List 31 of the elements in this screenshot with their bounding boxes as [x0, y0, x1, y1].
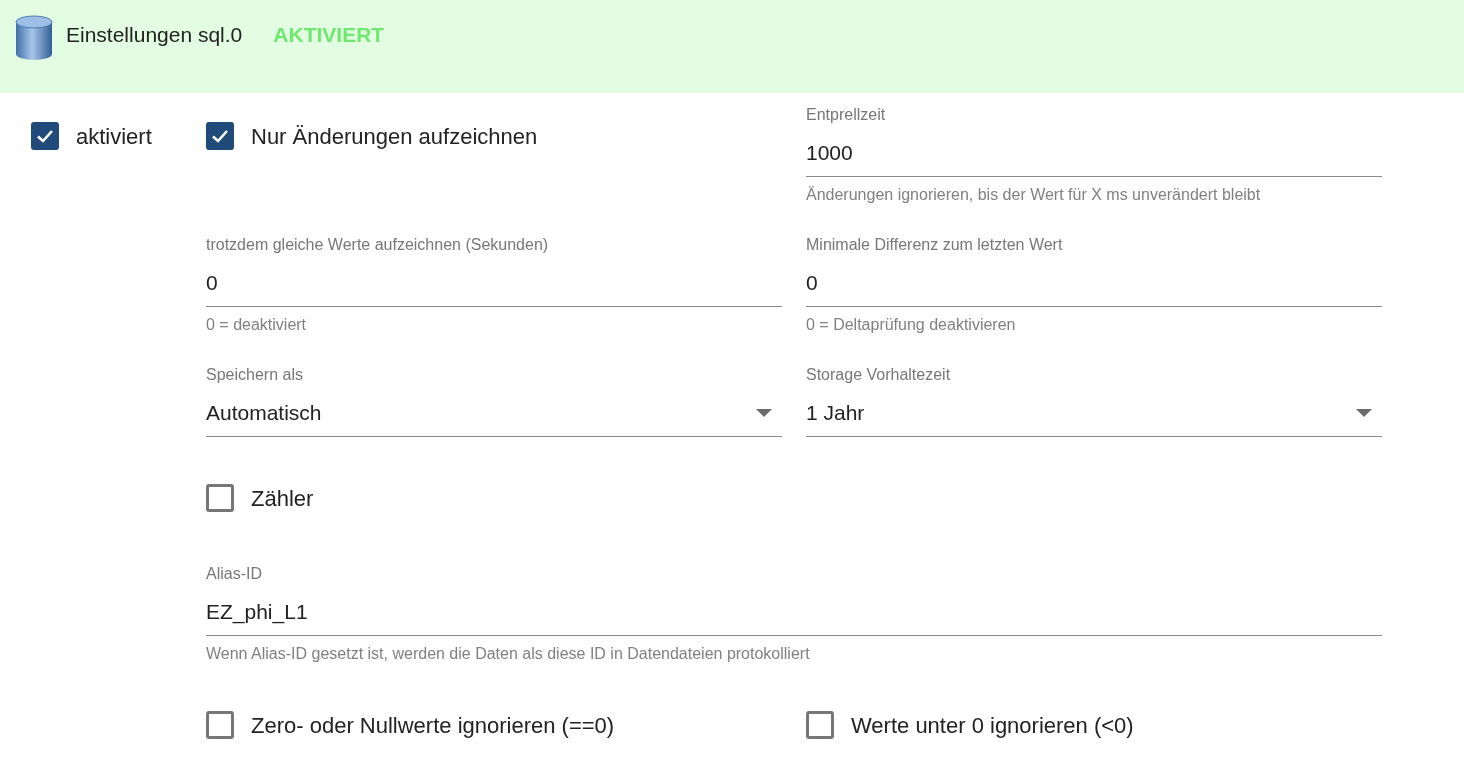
checkbox[interactable]: [31, 122, 59, 150]
field-label: Speichern als: [206, 365, 303, 385]
checkbox-label: Zero- oder Nullwerte ignorieren (==0): [251, 711, 615, 740]
checkbox[interactable]: [206, 122, 234, 150]
checkbox[interactable]: [206, 484, 234, 512]
helper-text: 0 = Deltaprüfung deaktivieren: [806, 315, 1016, 335]
input-field[interactable]: 0: [206, 255, 782, 307]
status-label: AKTIVIERT: [273, 22, 385, 48]
checkbox[interactable]: [806, 711, 834, 739]
checkbox-label: Werte unter 0 ignorieren (<0): [851, 711, 1134, 740]
input-field[interactable]: 0: [806, 255, 1382, 307]
field-label: Minimale Differenz zum letzten Wert: [806, 235, 1063, 255]
helper-text: Änderungen ignorieren, bis der Wert für X ms unverändert bleibt: [806, 185, 1261, 205]
input-field[interactable]: 1000: [806, 125, 1382, 177]
checkbox-label: aktiviert: [76, 122, 152, 151]
checkbox[interactable]: [206, 711, 234, 739]
window-title: Einstellungen sql.0: [66, 22, 243, 48]
input-field[interactable]: EZ_phi_L1: [206, 584, 1382, 636]
database-icon: [14, 14, 54, 62]
field-label: trotzdem gleiche Werte aufzeichnen (Sekunden): [206, 235, 549, 255]
helper-text: Wenn Alias-ID gesetzt ist, werden die Daten als diese ID in Datendateien protokolliert: [206, 644, 810, 664]
dropdown-arrow-icon: [756, 408, 772, 417]
field-label: Alias-ID: [206, 564, 262, 584]
dropdown-arrow-icon: [1356, 408, 1372, 417]
checkbox-label: Zähler: [251, 484, 314, 513]
select-field[interactable]: 1 Jahr: [806, 385, 1382, 437]
helper-text: 0 = deaktiviert: [206, 315, 307, 335]
field-label: Storage Vorhaltezeit: [806, 365, 951, 385]
field-label: Entprellzeit: [806, 105, 886, 125]
checkbox-label: Nur Änderungen aufzeichnen: [251, 122, 538, 151]
select-field[interactable]: Automatisch: [206, 385, 782, 437]
